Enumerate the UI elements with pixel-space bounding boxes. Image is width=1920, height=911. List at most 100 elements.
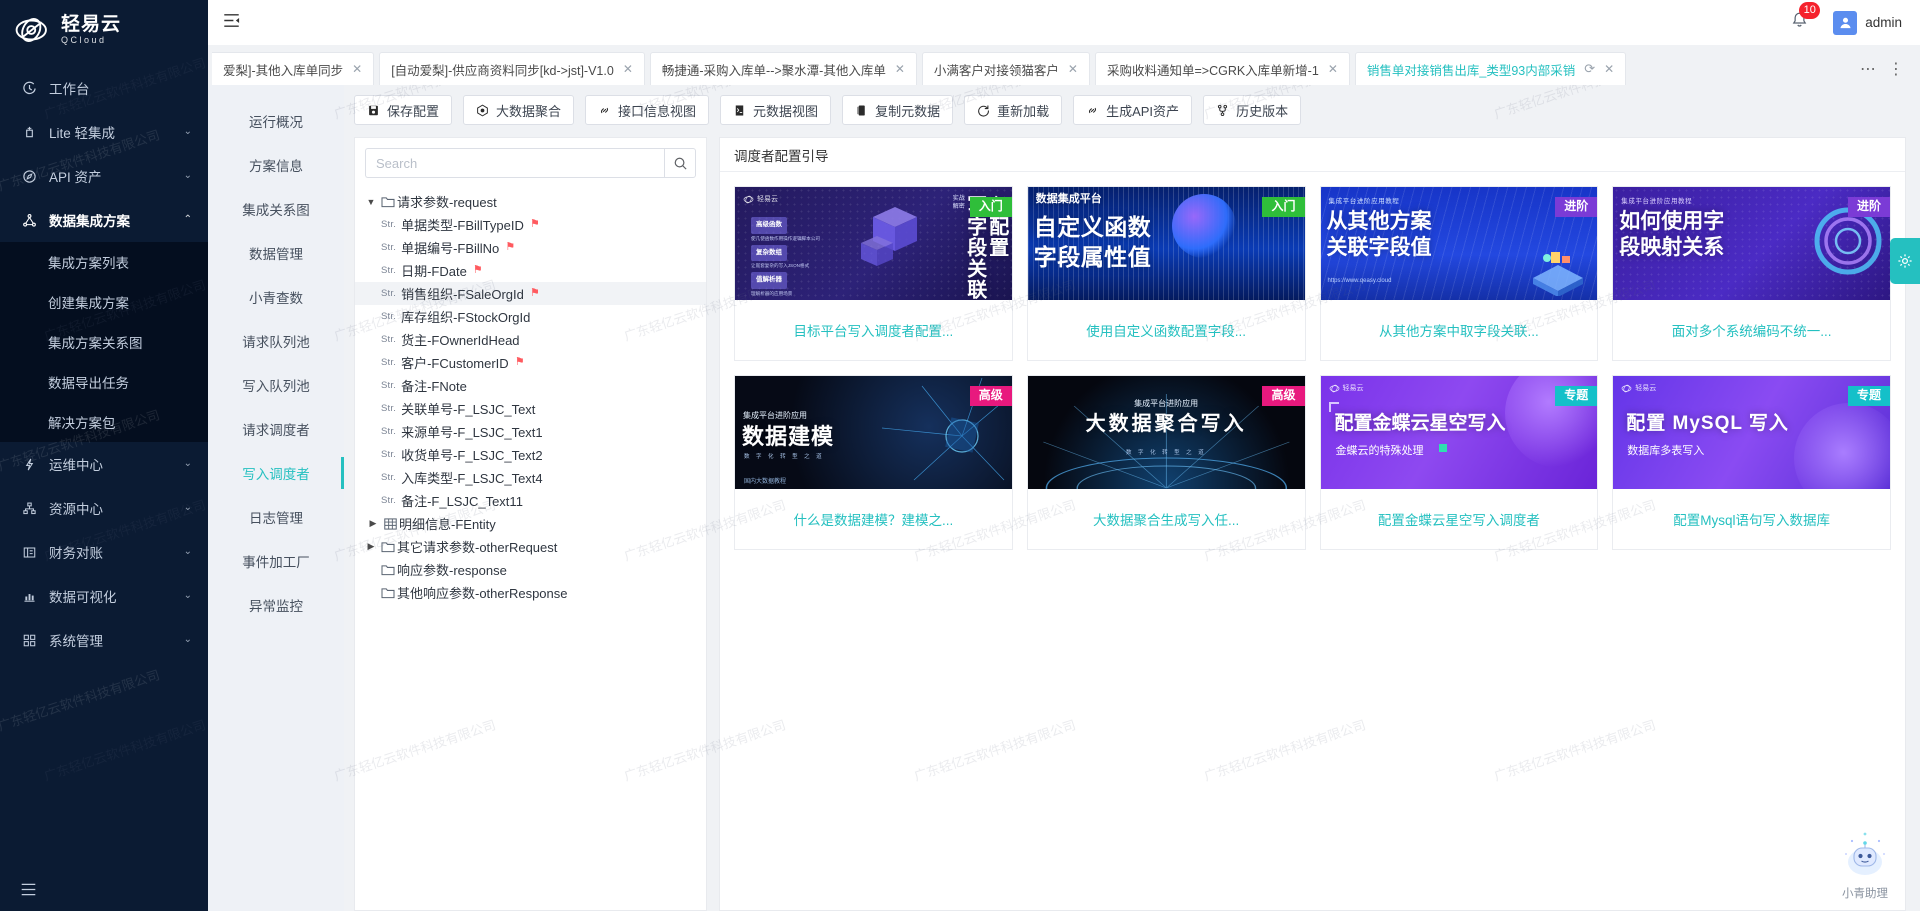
assistant-widget[interactable]: 小青助理 <box>1828 824 1902 901</box>
guide-card[interactable]: 轻易云 配置金蝶云星空写入 金蝶云的特殊处理 专题 配置金蝶云星空写入调度者 <box>1319 375 1599 550</box>
history-version-button[interactable]: 历史版本 <box>1203 95 1302 125</box>
tree-node-field-selected[interactable]: Str. 销售组织-FSaleOrgId ⚑ <box>355 282 706 305</box>
tree-node-field[interactable]: Str. 关联单号-F_LSJC_Text <box>355 397 706 420</box>
guide-card[interactable]: 集成平台进阶应用 数据建模 数 字 化 转 型 之 道 国内大数据教程 高级 什… <box>734 375 1013 550</box>
flag-icon: ⚑ <box>514 356 525 368</box>
tree-node-field[interactable]: Str. 备注-F_LSJC_Text11 <box>355 489 706 512</box>
chevron-right-icon[interactable]: ▶ <box>365 518 381 529</box>
submenu-item-label: 运行概况 <box>249 115 303 130</box>
vertical-dots-icon[interactable]: ⋮ <box>1884 59 1908 79</box>
close-icon[interactable]: ✕ <box>1328 62 1338 76</box>
close-icon[interactable]: ✕ <box>352 62 362 76</box>
sidebar-item-system-management[interactable]: 系统管理 ⌄ <box>0 618 208 662</box>
guide-card[interactable]: 集成平台进阶应用教程 从其他方案 关联字段值 https://www.qeasy… <box>1319 186 1599 361</box>
tab-item[interactable]: 采购收料通知单=>CGRK入库单新增-1 ✕ <box>1094 52 1350 85</box>
tree-node-request[interactable]: ▼ 请求参数-request <box>355 190 706 213</box>
button-label: 元数据视图 <box>753 103 819 119</box>
notification-bell[interactable]: 10 <box>1790 1 1821 35</box>
sidebar-item-lite[interactable]: Lite 轻集成 ⌄ <box>0 110 208 154</box>
close-icon[interactable]: ✕ <box>1068 62 1078 76</box>
assistant-robot-icon <box>1845 832 1885 875</box>
tree-node-field[interactable]: Str. 收货单号-F_LSJC_Text2 <box>355 443 706 466</box>
submenu-item-xiaoqing-query[interactable]: 小青查数 <box>208 275 344 319</box>
tree-node-other-response[interactable]: ▶ 其他响应参数-otherResponse <box>355 581 706 604</box>
refresh-icon[interactable]: ⟳ <box>1584 61 1595 77</box>
tree-node-label: 其它请求参数-otherRequest <box>397 540 558 555</box>
sidebar-subitem-solution-package[interactable]: 解决方案包 <box>0 402 208 442</box>
sidebar-item-workbench[interactable]: 工作台 <box>0 66 208 110</box>
tree-node-field[interactable]: Str. 入库类型-F_LSJC_Text4 <box>355 466 706 489</box>
sidebar-item-data-visualization[interactable]: 数据可视化 ⌄ <box>0 574 208 618</box>
generate-api-asset-button[interactable]: 生成API资产 <box>1073 95 1193 125</box>
submenu-item-request-scheduler[interactable]: 请求调度者 <box>208 407 344 451</box>
user-name: admin <box>1865 15 1902 30</box>
close-icon[interactable]: ✕ <box>1604 62 1614 76</box>
guide-card[interactable]: 数据集成平台 自定义函数 字段属性值 入门 使用自定义函数配置字段... <box>1026 186 1306 361</box>
tab-item[interactable]: 小满客户对接领猫客户 ✕ <box>921 52 1090 85</box>
sidebar-subitem-label: 创建集成方案 <box>48 296 129 311</box>
sidebar-subitem-export-task[interactable]: 数据导出任务 <box>0 362 208 402</box>
submenu-item-solution-info[interactable]: 方案信息 <box>208 143 344 187</box>
tree-node-entity[interactable]: ▶ 明细信息-FEntity <box>355 512 706 535</box>
submenu-item-overview[interactable]: 运行概况 <box>208 99 344 143</box>
sidebar-item-resource-center[interactable]: 资源中心 ⌄ <box>0 486 208 530</box>
sidebar-item-label: 运维中心 <box>49 458 103 473</box>
chevron-down-icon[interactable]: ▼ <box>363 197 379 207</box>
tree-node-field[interactable]: Str. 客户-FCustomerID ⚑ <box>355 351 706 374</box>
ellipsis-icon[interactable]: ⋯ <box>1856 59 1880 79</box>
tree-node-field[interactable]: Str. 日期-FDate ⚑ <box>355 259 706 282</box>
tab-item-active[interactable]: 销售单对接销售出库_类型93内部采销 ⟳ ✕ <box>1354 52 1627 85</box>
close-icon[interactable]: ✕ <box>623 62 633 76</box>
tree-node-field[interactable]: Str. 库存组织-FStockOrgId <box>355 305 706 328</box>
sidebar-subitem-solution-graph[interactable]: 集成方案关系图 <box>0 322 208 362</box>
search-button[interactable] <box>664 148 696 178</box>
guide-card[interactable]: 集成平台进阶应用 大数据聚合写入 数 字 化 转 型 之 道 高级 大数据聚合生… <box>1026 375 1306 550</box>
big-data-aggregate-button[interactable]: 大数据聚合 <box>463 95 575 125</box>
tree-node-label: 销售组织-FSaleOrgId <box>401 287 524 302</box>
submenu-item-event-factory[interactable]: 事件加工厂 <box>208 539 344 583</box>
sidebar-item-ops-center[interactable]: 运维中心 ⌄ <box>0 442 208 486</box>
card-logo-label: 轻易云 <box>1635 385 1657 392</box>
close-icon[interactable]: ✕ <box>895 62 905 76</box>
sidebar-collapse-button[interactable] <box>0 867 208 911</box>
settings-float-button[interactable] <box>1890 238 1920 284</box>
submenu-item-data-management[interactable]: 数据管理 <box>208 231 344 275</box>
tree-node-field[interactable]: Str. 来源单号-F_LSJC_Text1 <box>355 420 706 443</box>
submenu-item-exception-monitor[interactable]: 异常监控 <box>208 583 344 627</box>
sidebar-subitem-solution-list[interactable]: 集成方案列表 <box>0 242 208 282</box>
tree-node-other-request[interactable]: ▶ 其它请求参数-otherRequest <box>355 535 706 558</box>
interface-info-view-button[interactable]: 接口信息视图 <box>585 95 710 125</box>
card-caption: 面对多个系统编码不统一... <box>1613 300 1890 360</box>
tree-node-field[interactable]: Str. 单据类型-FBillTypeID ⚑ <box>355 213 706 236</box>
search-input[interactable] <box>365 148 664 178</box>
tab-item[interactable]: [自动爱梨]-供应商资料同步[kd->jst]-V1.0 ✕ <box>379 52 645 85</box>
user-menu[interactable]: admin <box>1833 10 1902 35</box>
tree-node-response[interactable]: ▶ 响应参数-response <box>355 558 706 581</box>
tree-node-field[interactable]: Str. 备注-FNote <box>355 374 706 397</box>
sidebar-subitem-create-solution[interactable]: 创建集成方案 <box>0 282 208 322</box>
submenu-item-relation-graph[interactable]: 集成关系图 <box>208 187 344 231</box>
reload-button[interactable]: 重新加载 <box>964 95 1063 125</box>
tab-item[interactable]: 爱梨]-其他入库单同步 ✕ <box>212 52 375 85</box>
submenu-item-write-scheduler[interactable]: 写入调度者 <box>208 451 344 495</box>
menu-collapse-icon[interactable] <box>222 11 241 34</box>
guide-card[interactable]: 轻易云 实战 解密 写字段关联 入配置 高级函数 使几使函数作用操作逻辑脚本公司… <box>734 186 1013 361</box>
sidebar-subitem-label: 解决方案包 <box>48 416 116 431</box>
metadata-view-button[interactable]: 元数据视图 <box>720 95 832 125</box>
brand-logo-block[interactable]: 轻易云 QCloud <box>0 0 208 60</box>
guide-card[interactable]: 集成平台进阶应用教程 如何使用字 段映射关系 进阶 面对多个系统编码不统一... <box>1612 186 1891 361</box>
sidebar-item-api[interactable]: API 资产 ⌄ <box>0 154 208 198</box>
chevron-right-icon[interactable]: ▶ <box>363 541 379 552</box>
type-badge: Str. <box>381 334 397 345</box>
tree-node-field[interactable]: Str. 货主-FOwnerIdHead <box>355 328 706 351</box>
submenu-item-log-management[interactable]: 日志管理 <box>208 495 344 539</box>
sidebar-item-data-integration[interactable]: 数据集成方案 ⌃ <box>0 198 208 242</box>
submenu-item-request-queue[interactable]: 请求队列池 <box>208 319 344 363</box>
save-config-button[interactable]: 保存配置 <box>354 95 453 125</box>
copy-metadata-button[interactable]: 复制元数据 <box>842 95 954 125</box>
tab-item[interactable]: 畅捷通-采购入库单-->聚水潭-其他入库单 ✕ <box>649 52 917 85</box>
guide-card[interactable]: 轻易云 配置 MySQL 写入 数据库多表写入 专题 配置Mysql语句写入数据… <box>1612 375 1891 550</box>
sidebar-item-finance[interactable]: 财务对账 ⌄ <box>0 530 208 574</box>
tree-node-field[interactable]: Str. 单据编号-FBillNo ⚑ <box>355 236 706 259</box>
submenu-item-write-queue[interactable]: 写入队列池 <box>208 363 344 407</box>
